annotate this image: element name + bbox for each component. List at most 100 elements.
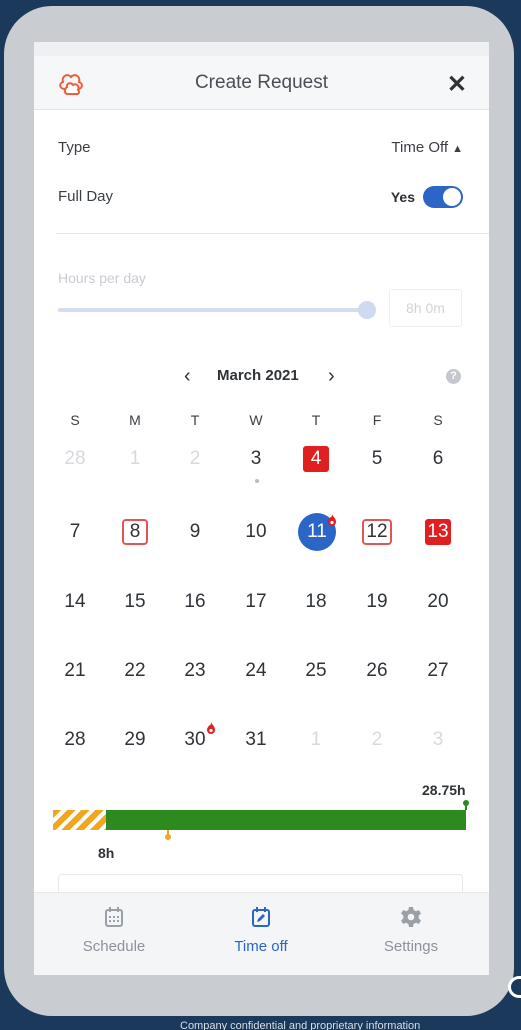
- calendar-day-number: 17: [245, 591, 267, 612]
- calendar-day-number: 1: [129, 448, 141, 469]
- hours-slider-track: [58, 308, 366, 312]
- type-label: Type: [58, 139, 91, 156]
- weekday-label: S: [433, 412, 443, 428]
- full-day-row: Full Day Yes: [58, 185, 463, 209]
- tab-time-off[interactable]: Time off: [201, 905, 321, 955]
- calendar-day[interactable]: 18: [298, 584, 334, 620]
- bottom-tab-bar: Schedule Time off Settings: [34, 892, 489, 975]
- calendar-day[interactable]: 16: [177, 584, 213, 620]
- calendar-day-number: 3: [250, 448, 262, 469]
- calendar-day[interactable]: 5: [359, 441, 395, 477]
- calendar-day: 3: [420, 722, 456, 758]
- calendar-day: 1: [117, 441, 153, 477]
- chevron-right-icon[interactable]: ›: [328, 365, 335, 388]
- calendar-day[interactable]: 26: [359, 653, 395, 689]
- calendar-day-number: 13: [425, 519, 451, 545]
- calendar-day[interactable]: 15: [117, 584, 153, 620]
- header: Create Request ✕: [34, 56, 489, 110]
- calendar-day-number: 10: [245, 521, 267, 542]
- calendar-day[interactable]: 23: [177, 653, 213, 689]
- calendar-day-number: 21: [64, 660, 86, 681]
- calendar-day[interactable]: 21: [57, 653, 93, 689]
- close-icon[interactable]: ✕: [447, 70, 467, 99]
- hours-input[interactable]: 8h 0m: [389, 289, 462, 327]
- help-icon[interactable]: ?: [446, 369, 461, 384]
- calendar-day-number: 8: [122, 519, 148, 545]
- calendar-day[interactable]: 28: [57, 722, 93, 758]
- calendar-day[interactable]: 27: [420, 653, 456, 689]
- type-select[interactable]: Time Off ▲︎: [391, 139, 463, 156]
- hours-per-day-label: Hours per day: [58, 270, 146, 286]
- remaining-hours-bar: [106, 810, 466, 830]
- total-marker-dot: [463, 800, 469, 806]
- calendar-day-number: 12: [362, 519, 392, 545]
- calendar-day-number: 14: [64, 591, 86, 612]
- calendar-day-number: 2: [371, 729, 383, 750]
- calendar-day-number: 29: [124, 729, 146, 750]
- status-strip: [34, 42, 489, 56]
- used-hours-label: 8h: [98, 845, 115, 861]
- calendar-day-number: 28: [64, 448, 86, 469]
- calendar-day[interactable]: 8: [117, 514, 153, 550]
- footer-text: Company confidential and proprietary inf…: [180, 1020, 421, 1030]
- calendar-day-number: 3: [432, 729, 444, 750]
- page-title: Create Request: [194, 72, 329, 93]
- chevron-left-icon[interactable]: ‹: [184, 365, 191, 388]
- calendar-day-number: 6: [432, 448, 444, 469]
- calendar-day[interactable]: 14: [57, 584, 93, 620]
- calendar-day[interactable]: 19: [359, 584, 395, 620]
- calendar-day[interactable]: 22: [117, 653, 153, 689]
- calendar-day-number: 19: [366, 591, 388, 612]
- calendar-day-number: 18: [305, 591, 327, 612]
- details-card: [58, 874, 463, 894]
- hours-slider-thumb[interactable]: [358, 301, 376, 319]
- calendar-day: 28: [57, 441, 93, 477]
- sort-caret-icon: ▲︎: [452, 143, 463, 155]
- flame-icon: [328, 514, 336, 526]
- calendar-day[interactable]: 11: [298, 513, 336, 551]
- calendar-day-number: 4: [303, 446, 329, 472]
- calendar-edit-icon: [252, 907, 270, 927]
- tab-settings[interactable]: Settings: [351, 905, 471, 955]
- calendar-day[interactable]: 9: [177, 514, 213, 550]
- calendar-day[interactable]: 30: [177, 722, 215, 758]
- brand-logo-icon: [508, 976, 521, 998]
- month-title: March 2021: [217, 367, 299, 384]
- calendar-day[interactable]: 20: [420, 584, 456, 620]
- calendar-day-number: 2: [189, 448, 201, 469]
- total-hours-label: 28.75h: [422, 782, 466, 798]
- calendar-day[interactable]: 3: [238, 441, 274, 483]
- calendar-day[interactable]: 24: [238, 653, 274, 689]
- calendar-day[interactable]: 10: [238, 514, 274, 550]
- weekday-label: M: [129, 412, 141, 428]
- calendar-day-number: 24: [245, 660, 267, 681]
- calendar-day-number: 30: [184, 729, 206, 750]
- calendar-day-number: 31: [245, 729, 267, 750]
- calendar-day: 2: [177, 441, 213, 477]
- type-value: Time Off: [391, 139, 449, 156]
- calendar-day[interactable]: 12: [359, 514, 395, 550]
- type-row[interactable]: Type Time Off ▲︎: [58, 136, 463, 160]
- calendar-day-number: 1: [310, 729, 322, 750]
- tab-schedule[interactable]: Schedule: [54, 905, 174, 955]
- calendar-day[interactable]: 17: [238, 584, 274, 620]
- calendar-day[interactable]: 4: [298, 441, 334, 477]
- calendar-day-number: 20: [427, 591, 449, 612]
- weekday-label: W: [249, 412, 263, 428]
- divider: [56, 233, 489, 234]
- calendar-day[interactable]: 31: [238, 722, 274, 758]
- full-day-toggle[interactable]: [423, 186, 463, 208]
- calendar-day: 1: [298, 722, 334, 758]
- tab-schedule-label: Schedule: [82, 938, 146, 955]
- calendar-day[interactable]: 13: [420, 514, 456, 550]
- calendar-day[interactable]: 6: [420, 441, 456, 477]
- event-dot: [255, 479, 259, 483]
- calendar-day-number: 5: [371, 448, 383, 469]
- calendar-day[interactable]: 25: [298, 653, 334, 689]
- calendar-day-number: 25: [305, 660, 327, 681]
- calendar-day-number: 22: [124, 660, 146, 681]
- calendar-day[interactable]: 7: [57, 514, 93, 550]
- calendar-day-number: 9: [189, 521, 201, 542]
- calendar-day[interactable]: 29: [117, 722, 153, 758]
- gear-icon: [401, 907, 421, 927]
